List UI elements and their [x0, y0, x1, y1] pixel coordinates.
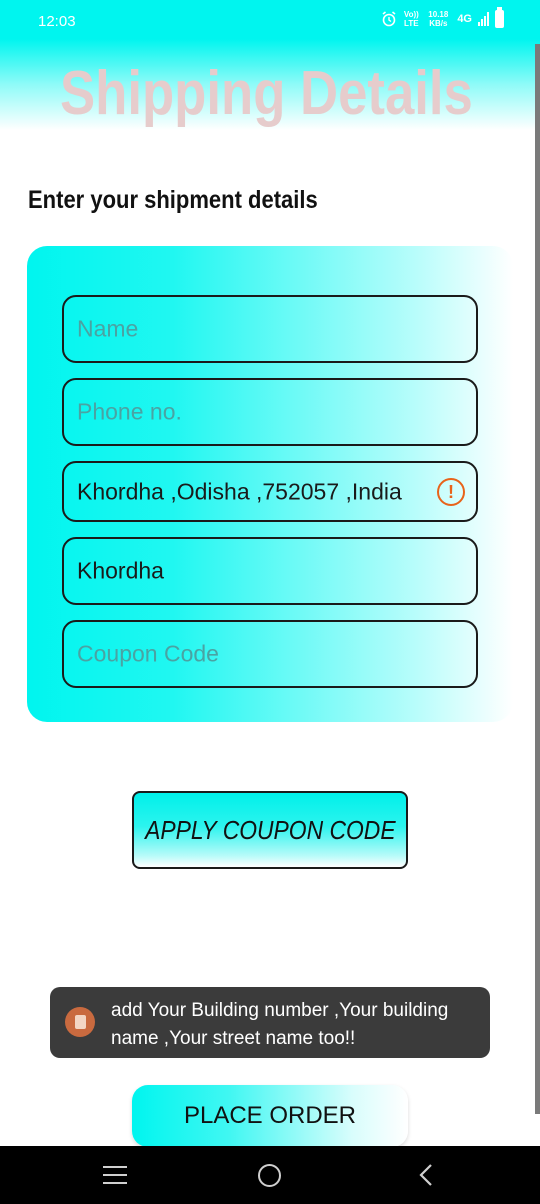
status-bar: 12:03 Vo)) LTE 10.18 KB/s 4G	[0, 0, 540, 44]
home-icon[interactable]	[258, 1164, 281, 1187]
shipment-form: Name Phone no. Khordha ,Odisha ,752057 ,…	[27, 246, 513, 722]
back-icon[interactable]	[416, 1162, 436, 1188]
navigation-bar	[0, 1146, 540, 1204]
name-field[interactable]: Name	[62, 295, 478, 363]
battery-icon	[495, 7, 504, 28]
signal-icon	[478, 12, 489, 26]
city-field[interactable]: Khordha	[62, 537, 478, 605]
place-order-button[interactable]: PLACE ORDER	[132, 1085, 408, 1147]
warning-icon[interactable]: !	[437, 477, 465, 506]
city-value: Khordha	[77, 557, 164, 584]
network-speed: 10.18 KB/s	[428, 10, 449, 28]
alarm-icon	[382, 11, 396, 27]
toast-message: add Your Building number ,Your building …	[50, 987, 490, 1058]
toast-text: add Your Building number ,Your building …	[111, 1000, 449, 1049]
address-field[interactable]: Khordha ,Odisha ,752057 ,India !	[62, 461, 478, 522]
recent-apps-icon[interactable]	[103, 1166, 127, 1190]
address-value: Khordha ,Odisha ,752057 ,India	[77, 478, 402, 504]
form-subtitle: Enter your shipment details	[28, 186, 318, 214]
name-placeholder: Name	[77, 315, 139, 342]
page-title: Shipping Details	[60, 59, 473, 128]
place-order-label: PLACE ORDER	[183, 1102, 357, 1129]
apply-coupon-label: APPLY COUPON CODE	[144, 814, 396, 845]
volte-indicator: Vo)) LTE	[403, 10, 419, 28]
apply-coupon-button[interactable]: APPLY COUPON CODE	[132, 791, 408, 869]
status-icons: Vo)) LTE 10.18 KB/s 4G	[381, 7, 504, 28]
phone-field[interactable]: Phone no.	[62, 378, 478, 446]
scrollbar[interactable]	[535, 44, 540, 1114]
shop-cart-icon	[65, 1007, 95, 1037]
network-type: 4G	[457, 13, 472, 25]
phone-placeholder: Phone no.	[77, 398, 182, 425]
coupon-placeholder: Coupon Code	[77, 640, 219, 667]
status-time: 12:03	[38, 13, 76, 30]
coupon-field[interactable]: Coupon Code	[62, 620, 478, 688]
